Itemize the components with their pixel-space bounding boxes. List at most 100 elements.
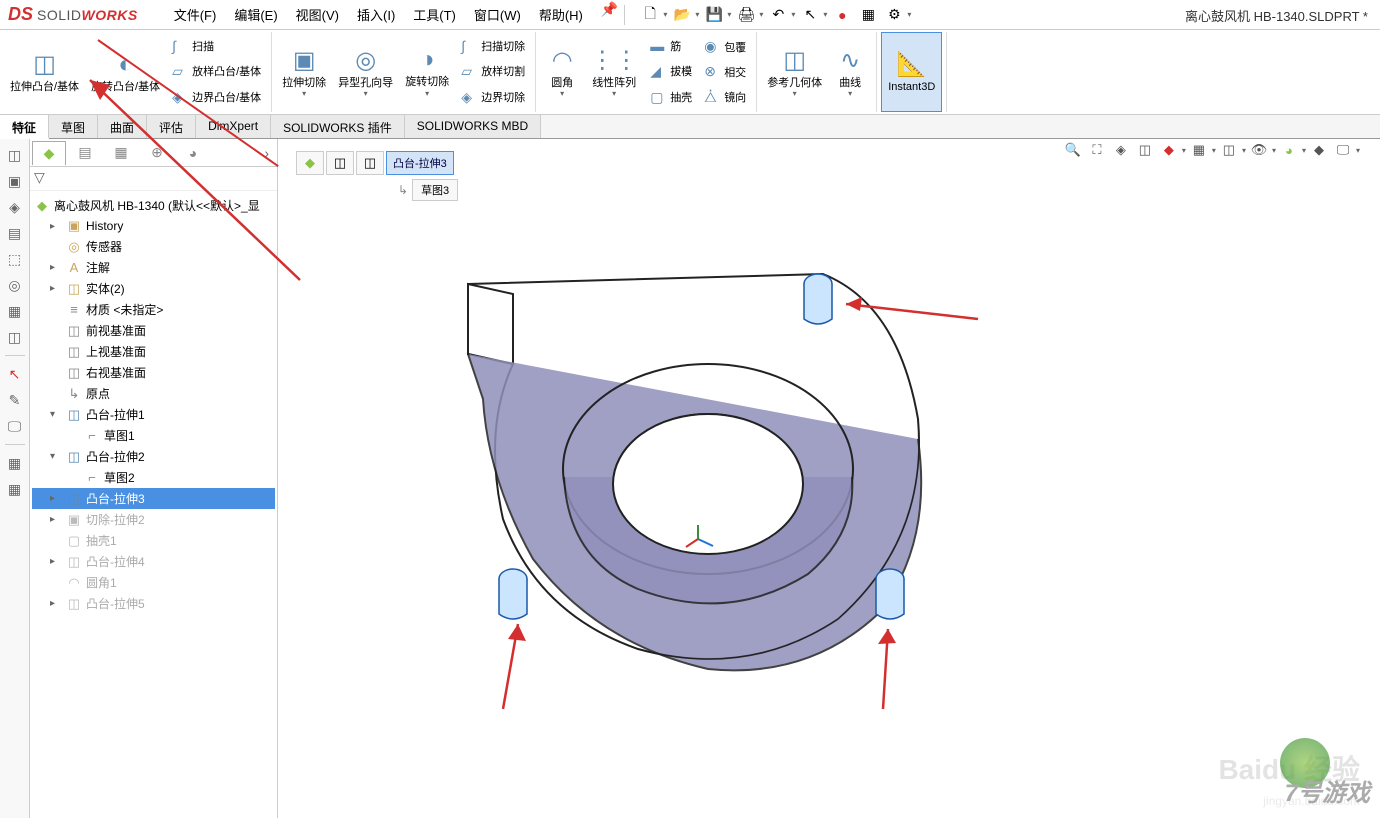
panel-tab-feature-tree[interactable]: ◆ (32, 141, 66, 165)
rail-stack2-icon[interactable]: ▦ (3, 477, 27, 501)
intersect-button[interactable]: ⊗相交 (698, 61, 752, 82)
curves-button[interactable]: ∿ 曲线 ▾ (828, 32, 872, 112)
rail-file-explorer-icon[interactable]: ▦ (3, 299, 27, 323)
select-icon[interactable]: ↖ (799, 4, 821, 26)
draft-icon: ◢ (650, 63, 666, 80)
wrap-button[interactable]: ◉包覆 (698, 36, 752, 57)
panel-tab-configuration-manager[interactable]: ▦ (104, 141, 138, 165)
extrude-boss-button[interactable]: ◫ 拉伸凸台/基体 (4, 32, 85, 112)
extrude-cut-button[interactable]: ▣ 拉伸切除 ▾ (276, 32, 332, 112)
swept-cut-button[interactable]: ∫扫描切除 (455, 36, 531, 56)
menu-file[interactable]: 文件(F) (166, 1, 225, 28)
settings-gear-icon[interactable]: ⚙ (883, 4, 905, 26)
undo-icon[interactable]: ↶ (767, 4, 789, 26)
tree-fillet1[interactable]: ◠圆角1 (32, 572, 275, 593)
menu-insert[interactable]: 插入(I) (349, 1, 403, 28)
tree-sketch2[interactable]: ⌐草图2 (32, 467, 275, 488)
panel-tab-dimxpert-manager[interactable]: ⊕ (140, 141, 174, 165)
panel-tab-property-manager[interactable]: ▤ (68, 141, 102, 165)
menu-help[interactable]: 帮助(H) (531, 1, 591, 28)
rail-assembly-icon[interactable]: ◈ (3, 195, 27, 219)
ribbon: ◫ 拉伸凸台/基体 ◐ 旋转凸台/基体 ∫扫描 ▱放样凸台/基体 ◈边界凸台/基… (0, 30, 1380, 115)
rail-drawing-icon[interactable]: ▤ (3, 221, 27, 245)
revolve-cut-icon: ◑ (420, 46, 435, 74)
graphics-viewport[interactable]: 🔍 ⛶ ◈ ◫ ◆▾ ▦▾ ◫▾ 👁▾ ◕▾ ◆ 🖵▾ ◆ ◫ ◫ 凸台-拉伸3… (278, 139, 1380, 818)
tree-history[interactable]: ▸▣History (32, 216, 275, 236)
tree-right-plane[interactable]: ◫右视基准面 (32, 362, 275, 383)
tree-material[interactable]: ≡材质 <未指定> (32, 299, 275, 320)
tree-origin[interactable]: ↳原点 (32, 383, 275, 404)
fillet-icon: ◠ (552, 46, 573, 75)
fillet-icon: ◠ (66, 575, 82, 591)
rib-button[interactable]: ▬筋 (644, 36, 698, 56)
menu-tools[interactable]: 工具(T) (405, 1, 464, 28)
save-icon[interactable]: 💾 (703, 4, 725, 26)
app-logo: DS SOLID WORKS (0, 4, 146, 25)
rail-arrow-icon[interactable]: ↖ (3, 362, 27, 386)
tab-feature[interactable]: 特征 (0, 115, 49, 139)
rail-resources-icon[interactable]: ⬚ (3, 247, 27, 271)
tree-annotations[interactable]: ▸A注解 (32, 257, 275, 278)
loft-boss-button[interactable]: ▱放样凸台/基体 (166, 61, 267, 82)
boundary-cut-button[interactable]: ◈边界切除 (455, 87, 531, 108)
rail-cube-icon[interactable]: ◫ (3, 143, 27, 167)
tree-root[interactable]: ◆ 离心鼓风机 HB-1340 (默认<<默认>_显 (32, 195, 275, 216)
ref-geom-button[interactable]: ◫ 参考几何体 ▾ (761, 32, 828, 112)
tree-sensors[interactable]: ◎传感器 (32, 236, 275, 257)
hole-wizard-button[interactable]: ◎ 异型孔向导 ▾ (332, 32, 399, 112)
rail-stack1-icon[interactable]: ▦ (3, 451, 27, 475)
wrap-icon: ◉ (704, 38, 720, 55)
tab-mbd[interactable]: SOLIDWORKS MBD (405, 115, 541, 138)
draft-button[interactable]: ◢拔模 (644, 61, 698, 82)
revolve-cut-button[interactable]: ◑ 旋转切除 ▾ (399, 32, 455, 112)
tab-surface[interactable]: 曲面 (98, 115, 147, 138)
menu-view[interactable]: 视图(V) (288, 1, 347, 28)
menu-window[interactable]: 窗口(W) (466, 1, 529, 28)
tree-front-plane[interactable]: ◫前视基准面 (32, 320, 275, 341)
rail-part-icon[interactable]: ▣ (3, 169, 27, 193)
extrude-boss-icon: ◫ (33, 50, 56, 79)
tree-boss-extrude5[interactable]: ▸◫凸台-拉伸5 (32, 593, 275, 614)
options-grid-icon[interactable]: ▦ (857, 4, 879, 26)
tab-evaluate[interactable]: 评估 (147, 115, 196, 138)
origin-icon: ↳ (66, 386, 82, 402)
swept-boss-button[interactable]: ∫扫描 (166, 36, 267, 56)
rail-monitor-icon[interactable]: 🖵 (3, 414, 27, 438)
tree-solid-bodies[interactable]: ▸◫实体(2) (32, 278, 275, 299)
fillet-button[interactable]: ◠ 圆角 ▾ (540, 32, 584, 112)
print-icon[interactable]: 🖨 (735, 4, 757, 26)
rail-view-palette-icon[interactable]: ◫ (3, 325, 27, 349)
tree-cut-extrude2[interactable]: ▸▣切除-拉伸2 (32, 509, 275, 530)
tree-boss-extrude1[interactable]: ▾◫凸台-拉伸1 (32, 404, 275, 425)
tree-sketch1[interactable]: ⌐草图1 (32, 425, 275, 446)
command-manager-tabs: 特征 草图 曲面 评估 DimXpert SOLIDWORKS 插件 SOLID… (0, 115, 1380, 139)
shell-button[interactable]: ▢抽壳 (644, 87, 698, 108)
tree-boss-extrude3[interactable]: ▸◫凸台-拉伸3 (32, 488, 275, 509)
instant3d-icon: 📐 (897, 50, 927, 79)
rebuild-icon[interactable]: ● (831, 4, 853, 26)
rail-edit-icon[interactable]: ✎ (3, 388, 27, 412)
ref-geom-icon: ◫ (783, 46, 806, 75)
plane-icon: ◫ (66, 323, 82, 339)
menu-bar: DS SOLID WORKS 文件(F) 编辑(E) 视图(V) 插入(I) 工… (0, 0, 1380, 30)
open-document-icon[interactable]: 📂 (671, 4, 693, 26)
panel-tab-display-manager[interactable]: ◕ (176, 141, 210, 165)
instant3d-button[interactable]: 📐 Instant3D (881, 32, 942, 112)
filter-icon[interactable]: ▽ (34, 169, 45, 185)
tree-boss-extrude4[interactable]: ▸◫凸台-拉伸4 (32, 551, 275, 572)
loft-cut-button[interactable]: ▱放样切割 (455, 61, 531, 82)
tab-addins[interactable]: SOLIDWORKS 插件 (271, 115, 405, 138)
linear-pattern-button[interactable]: ⋮⋮ 线性阵列 ▾ (584, 32, 644, 112)
tree-shell1[interactable]: ▢抽壳1 (32, 530, 275, 551)
mirror-button[interactable]: ⧊镜向 (698, 87, 752, 108)
tab-sketch[interactable]: 草图 (49, 115, 98, 138)
extrude-cut-icon: ▣ (293, 46, 316, 75)
sensors-icon: ◎ (66, 239, 82, 255)
pin-icon[interactable]: 📌 (601, 1, 618, 28)
menu-edit[interactable]: 编辑(E) (226, 1, 285, 28)
tree-boss-extrude2[interactable]: ▾◫凸台-拉伸2 (32, 446, 275, 467)
new-document-icon[interactable]: 🗋 (639, 4, 661, 26)
rail-design-library-icon[interactable]: ◎ (3, 273, 27, 297)
tree-top-plane[interactable]: ◫上视基准面 (32, 341, 275, 362)
revolve-boss-button[interactable]: ◐ 旋转凸台/基体 (85, 32, 166, 112)
